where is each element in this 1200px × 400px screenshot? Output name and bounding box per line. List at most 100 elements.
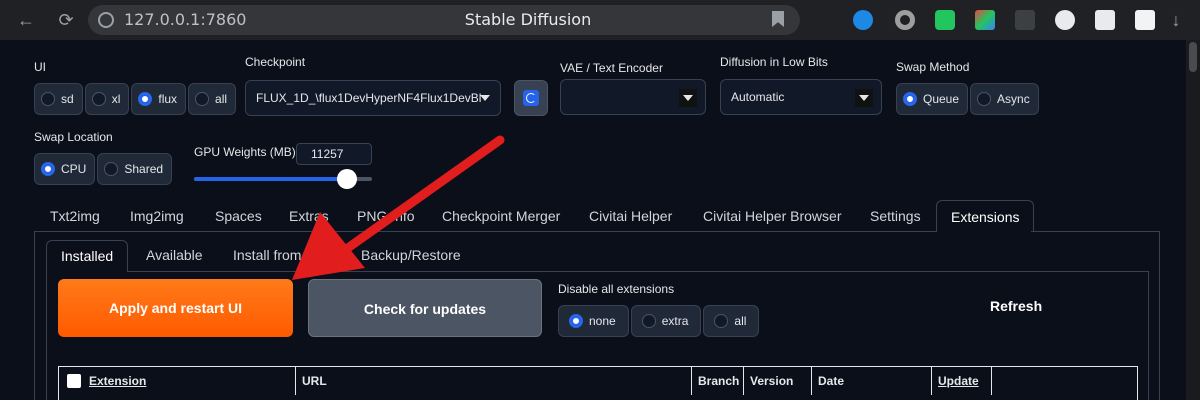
radio-label: CPU <box>61 162 87 176</box>
vae-dropdown[interactable] <box>560 79 706 115</box>
extension-puzzle-icon[interactable] <box>1095 10 1115 30</box>
radio-label: none <box>589 314 616 328</box>
chevron-down-icon <box>855 89 873 107</box>
subtab-installed[interactable]: Installed <box>46 240 129 272</box>
page-scrollbar[interactable] <box>1186 40 1200 400</box>
radio-dot <box>641 314 656 328</box>
vae-label: VAE / Text Encoder <box>560 61 663 75</box>
swap-method-queue[interactable]: Queue <box>896 83 969 115</box>
tab-txt2img[interactable]: Txt2img <box>50 200 100 232</box>
refresh-button[interactable]: Refresh <box>990 298 1042 314</box>
panel-border <box>1031 231 1159 232</box>
subpanel-border <box>1148 271 1149 400</box>
refresh-checkpoint-button[interactable] <box>514 80 548 116</box>
radio-dot <box>138 92 153 106</box>
ui-option-xl[interactable]: xl <box>84 83 130 115</box>
gpu-weights-input[interactable]: 11257 <box>296 143 372 165</box>
subtab-install-from-url[interactable]: Install from URL <box>233 240 333 272</box>
slider-handle[interactable] <box>337 169 358 189</box>
back-arrow-icon[interactable]: ← <box>14 8 38 32</box>
tab-settings[interactable]: Settings <box>870 200 921 232</box>
radio-label: all <box>215 92 228 106</box>
tab-extensions[interactable]: Extensions <box>936 200 1035 232</box>
table-header-url: URL <box>296 367 692 395</box>
disable-option-none[interactable]: none <box>558 305 629 337</box>
checkpoint-label: Checkpoint <box>245 55 306 69</box>
table-header-branch: Branch <box>692 367 744 395</box>
radio-dot <box>41 92 55 106</box>
subtab-backup-restore[interactable]: Backup/Restore <box>361 240 461 272</box>
ui-radio-group: sd xl flux all <box>34 83 237 115</box>
check-updates-button[interactable]: Check for updates <box>308 279 542 337</box>
swap-method-label: Swap Method <box>896 60 970 74</box>
radio-label: Queue <box>923 92 960 106</box>
page-title: Stable Diffusion <box>464 10 592 29</box>
tab-checkpoint-merger[interactable]: Checkpoint Merger <box>442 200 560 232</box>
tab-civitai-helper-browser[interactable]: Civitai Helper Browser <box>703 200 841 232</box>
extension-blue-icon[interactable] <box>853 10 873 30</box>
subpanel-border <box>46 271 1148 272</box>
extensions-table: Extension URL Branch Version Date Update <box>58 366 1138 400</box>
tab-extras[interactable]: Extras <box>289 200 329 232</box>
address-url: 127.0.0.1:7860 <box>124 10 247 29</box>
download-icon[interactable]: ↓ <box>1164 8 1188 32</box>
radio-dot <box>104 162 119 176</box>
swap-method-radio-group: Queue Async <box>896 83 1039 115</box>
extension-green-icon[interactable] <box>935 10 955 30</box>
apply-restart-button[interactable]: Apply and restart UI <box>58 279 293 337</box>
tab-png-info[interactable]: PNG Info <box>357 200 415 232</box>
extension-doc-icon[interactable] <box>1135 10 1155 30</box>
diffusion-low-bits-label: Diffusion in Low Bits <box>720 55 828 69</box>
radio-label: extra <box>661 314 689 328</box>
tab-civitai-helper[interactable]: Civitai Helper <box>589 200 672 232</box>
site-info-icon[interactable] <box>98 12 114 28</box>
radio-label: xl <box>111 92 121 106</box>
checkpoint-dropdown[interactable]: FLUX_1D_\flux1DevHyperNF4Flux1DevBl <box>245 80 501 116</box>
table-header-extension[interactable]: Extension <box>59 367 296 395</box>
chevron-down-icon <box>480 95 490 101</box>
disable-extensions-radio-group: none extra all <box>558 305 760 337</box>
radio-dot <box>903 92 917 106</box>
ui-option-sd[interactable]: sd <box>34 83 83 115</box>
panel-border <box>34 231 936 232</box>
gpu-weights-label: GPU Weights (MB) <box>194 145 296 159</box>
slider-fill <box>194 177 348 181</box>
ui-option-flux[interactable]: flux <box>131 83 187 115</box>
extension-media-icon[interactable] <box>1055 10 1075 30</box>
scrollbar-thumb[interactable] <box>1189 42 1197 72</box>
swap-location-shared[interactable]: Shared <box>97 153 173 185</box>
extension-circle-icon[interactable] <box>895 10 915 30</box>
radio-label: sd <box>61 92 74 106</box>
ui-option-all[interactable]: all <box>188 83 237 115</box>
address-bar[interactable]: 127.0.0.1:7860 Stable Diffusion <box>88 5 800 35</box>
diffusion-low-bits-value: Automatic <box>731 90 785 104</box>
disable-option-extra[interactable]: extra <box>630 305 702 337</box>
reload-icon[interactable]: ⟳ <box>54 8 78 32</box>
diffusion-low-bits-dropdown[interactable]: Automatic <box>720 79 882 115</box>
subtab-available[interactable]: Available <box>146 240 203 272</box>
swap-method-async[interactable]: Async <box>970 83 1039 115</box>
radio-dot <box>714 314 729 328</box>
radio-label: Shared <box>124 162 164 176</box>
subpanel-border <box>46 271 47 400</box>
header-label: Update <box>938 374 979 388</box>
tab-img2img[interactable]: Img2img <box>130 200 184 232</box>
chevron-down-icon <box>679 89 697 107</box>
ui-label: UI <box>34 60 46 74</box>
swap-location-radio-group: CPU Shared <box>34 153 173 185</box>
browser-toolbar: ← ⟳ 127.0.0.1:7860 Stable Diffusion ↓ <box>0 0 1200 40</box>
select-all-checkbox[interactable] <box>67 374 81 388</box>
disable-option-all[interactable]: all <box>703 305 760 337</box>
extension-color-icon[interactable] <box>975 10 995 30</box>
header-label: Extension <box>89 374 147 388</box>
table-header-update[interactable]: Update <box>932 367 992 395</box>
radio-label: Async <box>997 92 1030 106</box>
bookmark-icon[interactable] <box>772 11 784 27</box>
radio-dot <box>569 314 583 328</box>
swap-location-cpu[interactable]: CPU <box>34 153 96 185</box>
tab-spaces[interactable]: Spaces <box>215 200 262 232</box>
radio-label: flux <box>158 92 178 106</box>
radio-label: all <box>734 314 747 328</box>
extension-gitzip-icon[interactable] <box>1015 10 1035 30</box>
panel-border <box>34 231 35 400</box>
